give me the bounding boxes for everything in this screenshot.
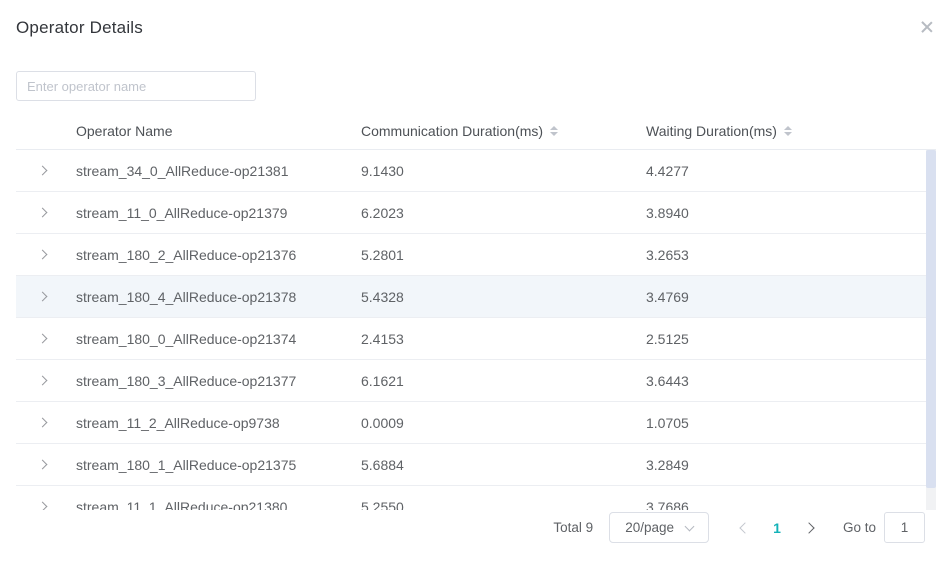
row-communication: 5.4328 (361, 289, 646, 305)
expand-cell (16, 335, 76, 342)
row-waiting: 3.8940 (646, 205, 936, 221)
goto-page-input[interactable] (884, 512, 925, 543)
table-row[interactable]: stream_180_2_AllReduce-op21376 5.2801 3.… (16, 234, 936, 276)
expand-chevron-right-icon[interactable] (37, 376, 47, 386)
search-area (0, 38, 952, 101)
table-rows: stream_34_0_AllReduce-op21381 9.1430 4.4… (16, 150, 936, 510)
operator-table: Operator Name Communication Duration(ms)… (16, 112, 936, 510)
row-communication: 5.2801 (361, 247, 646, 263)
total-count-label: Total 9 (553, 520, 593, 535)
column-header-communication-duration: Communication Duration(ms) (361, 123, 646, 139)
column-label: Communication Duration(ms) (361, 123, 543, 139)
close-icon[interactable] (920, 20, 934, 34)
table-row[interactable]: stream_180_1_AllReduce-op21375 5.6884 3.… (16, 444, 936, 486)
row-waiting: 2.5125 (646, 331, 936, 347)
table-body: stream_34_0_AllReduce-op21381 9.1430 4.4… (16, 150, 936, 510)
previous-page-button[interactable] (735, 520, 755, 536)
next-page-button[interactable] (799, 520, 819, 536)
row-operator-name: stream_180_1_AllReduce-op21375 (76, 457, 361, 473)
row-waiting: 4.4277 (646, 163, 936, 179)
row-waiting: 3.2849 (646, 457, 936, 473)
row-communication: 5.2550 (361, 499, 646, 511)
search-input[interactable] (16, 71, 256, 101)
expand-cell (16, 461, 76, 468)
row-operator-name: stream_11_0_AllReduce-op21379 (76, 205, 361, 221)
row-operator-name: stream_11_2_AllReduce-op9738 (76, 415, 361, 431)
goto-page: Go to (843, 512, 925, 543)
expand-chevron-right-icon[interactable] (37, 166, 47, 176)
scrollbar-thumb[interactable] (926, 150, 936, 488)
table-row[interactable]: stream_180_4_AllReduce-op21378 5.4328 3.… (16, 276, 936, 318)
row-operator-name: stream_180_3_AllReduce-op21377 (76, 373, 361, 389)
expand-chevron-right-icon[interactable] (37, 250, 47, 260)
chevron-down-icon (685, 521, 695, 531)
table-header-row: Operator Name Communication Duration(ms)… (16, 112, 936, 150)
row-waiting: 1.0705 (646, 415, 936, 431)
column-header-waiting-duration: Waiting Duration(ms) (646, 123, 936, 139)
row-operator-name: stream_180_2_AllReduce-op21376 (76, 247, 361, 263)
chevron-right-icon (803, 522, 814, 533)
row-communication: 6.1621 (361, 373, 646, 389)
expand-chevron-right-icon[interactable] (37, 460, 47, 470)
expand-chevron-right-icon[interactable] (37, 334, 47, 344)
page-size-select[interactable]: 20/page (609, 512, 709, 543)
table-row[interactable]: stream_34_0_AllReduce-op21381 9.1430 4.4… (16, 150, 936, 192)
expand-cell (16, 419, 76, 426)
page-size-value: 20/page (625, 520, 674, 535)
table-row[interactable]: stream_180_0_AllReduce-op21374 2.4153 2.… (16, 318, 936, 360)
row-waiting: 3.7686 (646, 499, 936, 511)
pagination-bar: Total 9 20/page 1 Go to (553, 512, 925, 543)
column-header-operator-name: Operator Name (76, 123, 361, 139)
row-operator-name: stream_180_0_AllReduce-op21374 (76, 331, 361, 347)
row-operator-name: stream_34_0_AllReduce-op21381 (76, 163, 361, 179)
row-waiting: 3.4769 (646, 289, 936, 305)
row-communication: 0.0009 (361, 415, 646, 431)
row-communication: 5.6884 (361, 457, 646, 473)
row-communication: 2.4153 (361, 331, 646, 347)
row-waiting: 3.2653 (646, 247, 936, 263)
expand-chevron-right-icon[interactable] (37, 208, 47, 218)
expand-cell (16, 251, 76, 258)
row-waiting: 3.6443 (646, 373, 936, 389)
expand-cell (16, 167, 76, 174)
row-communication: 9.1430 (361, 163, 646, 179)
row-operator-name: stream_11_1_AllReduce-op21380 (76, 499, 361, 511)
chevron-left-icon (740, 522, 751, 533)
table-row[interactable]: stream_11_0_AllReduce-op21379 6.2023 3.8… (16, 192, 936, 234)
scrollbar-track[interactable] (926, 150, 936, 510)
expand-cell (16, 209, 76, 216)
expand-cell (16, 377, 76, 384)
row-operator-name: stream_180_4_AllReduce-op21378 (76, 289, 361, 305)
expand-cell (16, 293, 76, 300)
expand-chevron-right-icon[interactable] (37, 418, 47, 428)
dialog-header: Operator Details (0, 0, 952, 38)
column-label: Waiting Duration(ms) (646, 123, 777, 139)
table-row[interactable]: stream_11_2_AllReduce-op9738 0.0009 1.07… (16, 402, 936, 444)
page-title: Operator Details (16, 18, 143, 38)
page-number-current[interactable]: 1 (773, 520, 781, 536)
sort-carets-icon[interactable] (784, 126, 792, 136)
row-communication: 6.2023 (361, 205, 646, 221)
table-row[interactable]: stream_180_3_AllReduce-op21377 6.1621 3.… (16, 360, 936, 402)
sort-carets-icon[interactable] (550, 126, 558, 136)
table-row[interactable]: stream_11_1_AllReduce-op21380 5.2550 3.7… (16, 486, 936, 510)
goto-label: Go to (843, 520, 876, 535)
pager: 1 (735, 520, 819, 536)
expand-chevron-right-icon[interactable] (37, 292, 47, 302)
expand-chevron-right-icon[interactable] (37, 502, 47, 510)
column-label: Operator Name (76, 123, 172, 139)
operator-details-dialog: Operator Details Operator Name Communica… (0, 0, 952, 561)
expand-cell (16, 503, 76, 510)
